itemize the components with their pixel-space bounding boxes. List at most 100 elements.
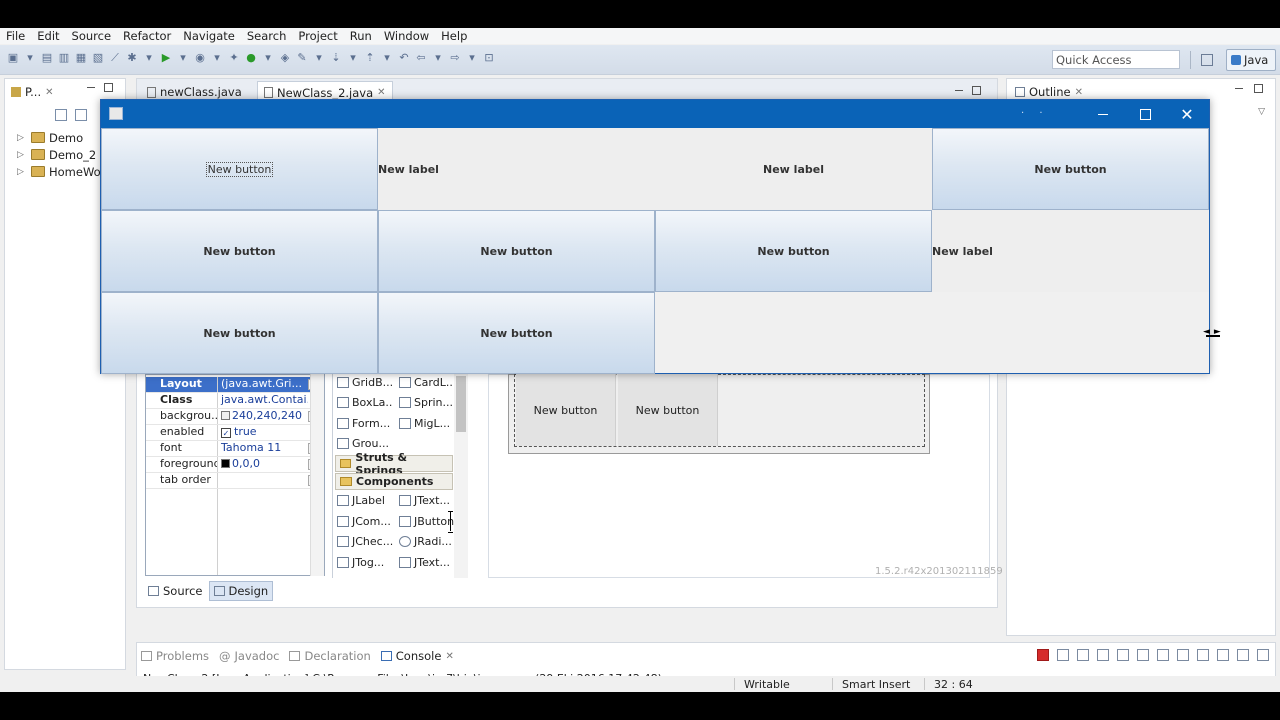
remove-all-icon[interactable] [1077, 649, 1089, 661]
palette-item-cardlayout[interactable]: CardL... [399, 376, 455, 389]
dropdown-icon[interactable]: ▾ [312, 51, 326, 65]
link-with-editor-icon[interactable] [75, 109, 87, 121]
palette-item-jcheckbox[interactable]: JChec... [337, 535, 393, 548]
tab-design[interactable]: Design [208, 581, 274, 601]
open-type-icon[interactable]: ◈ [278, 51, 292, 65]
app-button[interactable]: New button [932, 128, 1209, 210]
chevron-right-icon[interactable]: ▷ [17, 150, 27, 160]
last-edit-icon[interactable]: ↶ [397, 51, 411, 65]
next-annotation-icon[interactable]: ⇣ [329, 51, 343, 65]
menu-file[interactable]: File [0, 29, 31, 43]
print-icon[interactable]: ▧ [91, 51, 105, 65]
scrollbar-thumb[interactable] [456, 376, 466, 432]
open-perspective-icon[interactable] [1201, 54, 1213, 66]
minimize-icon[interactable] [1235, 88, 1243, 89]
design-button[interactable]: New button [618, 374, 718, 446]
terminate-icon[interactable] [1037, 649, 1049, 661]
tab-source[interactable]: Source [144, 581, 207, 601]
app-button[interactable]: New button [101, 128, 378, 210]
palette-item-boxlayout[interactable]: BoxLa... [337, 396, 393, 409]
maximize-icon[interactable] [104, 83, 113, 92]
save-all-icon[interactable]: ▦ [74, 51, 88, 65]
tab-declaration[interactable]: Declaration [289, 649, 371, 663]
menu-refactor[interactable]: Refactor [117, 29, 177, 43]
palette-item-springlayout[interactable]: Sprin... [399, 396, 455, 409]
remove-launch-icon[interactable] [1057, 649, 1069, 661]
menu-window[interactable]: Window [378, 29, 435, 43]
property-value[interactable]: 0,0,0 [232, 457, 260, 470]
property-value[interactable]: Tahoma 11 [218, 441, 308, 456]
new-icon[interactable]: ▣ [6, 51, 20, 65]
new-package-icon[interactable]: ✦ [227, 51, 241, 65]
palette-item-miglayout[interactable]: MigL... [399, 417, 455, 430]
maximize-icon[interactable] [1257, 649, 1269, 661]
checkbox-checked-icon[interactable]: ✓ [221, 428, 231, 438]
dropdown-icon[interactable]: ▾ [431, 51, 445, 65]
property-row-foreground[interactable]: foreground 0,0,0 ··· [146, 457, 324, 473]
property-row-font[interactable]: font Tahoma 11 ··· [146, 441, 324, 457]
palette-item-formlayout[interactable]: Form... [337, 417, 393, 430]
dropdown-icon[interactable]: ▾ [176, 51, 190, 65]
app-button[interactable]: New button [378, 292, 655, 374]
scroll-lock-icon[interactable] [1117, 649, 1129, 661]
design-button[interactable]: New button [516, 374, 616, 446]
display-console-icon[interactable] [1197, 649, 1209, 661]
property-row-class[interactable]: Class java.awt.Contai... [146, 393, 324, 409]
property-row-tab-order[interactable]: tab order ··· [146, 473, 324, 489]
tree-item-demo[interactable]: ▷ Demo [17, 129, 101, 146]
run-icon[interactable]: ▶ [159, 51, 173, 65]
show-on-error-icon[interactable] [1157, 649, 1169, 661]
chevron-right-icon[interactable]: ▷ [17, 167, 27, 177]
menu-help[interactable]: Help [435, 29, 473, 43]
minimize-icon[interactable] [955, 90, 963, 91]
prev-annotation-icon[interactable]: ⇡ [363, 51, 377, 65]
open-console-icon[interactable] [1217, 649, 1229, 661]
tree-item-homework[interactable]: ▷ HomeWo [17, 163, 101, 180]
app-title-bar[interactable]: · · ✕ [101, 100, 1209, 128]
dropdown-icon[interactable]: ▾ [465, 51, 479, 65]
palette-item-jbutton[interactable]: JButton [399, 515, 455, 528]
dropdown-icon[interactable]: ▾ [261, 51, 275, 65]
property-row-enabled[interactable]: enabled ✓ true [146, 425, 324, 441]
tree-item-demo-2[interactable]: ▷ Demo_2 [17, 146, 101, 163]
dropdown-icon[interactable]: ▾ [210, 51, 224, 65]
property-value[interactable] [218, 473, 308, 488]
app-button[interactable]: New button [378, 210, 655, 292]
chevron-right-icon[interactable]: ▷ [17, 133, 27, 143]
palette-item-jtextarea[interactable]: JText... [399, 556, 455, 569]
forward-icon[interactable]: ⇨ [448, 51, 462, 65]
maximize-button[interactable] [1123, 100, 1167, 128]
maximize-icon[interactable] [972, 86, 981, 95]
quick-access-input[interactable]: Quick Access [1052, 50, 1180, 69]
palette-item-jtogglebutton[interactable]: JTog... [337, 556, 393, 569]
palette-category-components[interactable]: Components [335, 473, 453, 490]
palette-item-jtextfield[interactable]: JText... [399, 494, 455, 507]
menu-source[interactable]: Source [66, 29, 118, 43]
maximize-icon[interactable] [1254, 84, 1263, 93]
property-row-background[interactable]: backgrou... 240,240,240 ··· [146, 409, 324, 425]
close-icon[interactable]: ✕ [445, 651, 453, 662]
dropdown-icon[interactable]: ▾ [380, 51, 394, 65]
dropdown-icon[interactable]: ▾ [346, 51, 360, 65]
debug-icon[interactable]: ✱ [125, 51, 139, 65]
close-icon[interactable]: ✕ [377, 87, 385, 98]
close-icon[interactable]: ✕ [1075, 87, 1083, 98]
app-button[interactable]: New button [101, 292, 378, 374]
minimize-button[interactable] [1081, 100, 1125, 128]
menu-project[interactable]: Project [292, 29, 343, 43]
property-value[interactable]: 240,240,240 [232, 409, 302, 422]
skip-breakpoints-icon[interactable]: ⟋ [108, 51, 122, 65]
dropdown-icon[interactable]: ▾ [142, 51, 156, 65]
properties-scrollbar[interactable] [310, 374, 324, 576]
app-button[interactable]: New button [655, 210, 932, 292]
search-icon[interactable]: ✎ [295, 51, 309, 65]
menu-search[interactable]: Search [241, 29, 293, 43]
menu-edit[interactable]: Edit [31, 29, 65, 43]
new-class-icon[interactable]: ● [244, 51, 258, 65]
close-icon[interactable]: ✕ [45, 87, 53, 98]
back-icon[interactable]: ⇦ [414, 51, 428, 65]
minimize-icon[interactable] [1237, 649, 1249, 661]
open-icon[interactable]: ▤ [40, 51, 54, 65]
pin-editor-icon[interactable]: ⊡ [482, 51, 496, 65]
property-row-layout[interactable]: Layout (java.awt.Gri... ▾ [146, 377, 324, 393]
